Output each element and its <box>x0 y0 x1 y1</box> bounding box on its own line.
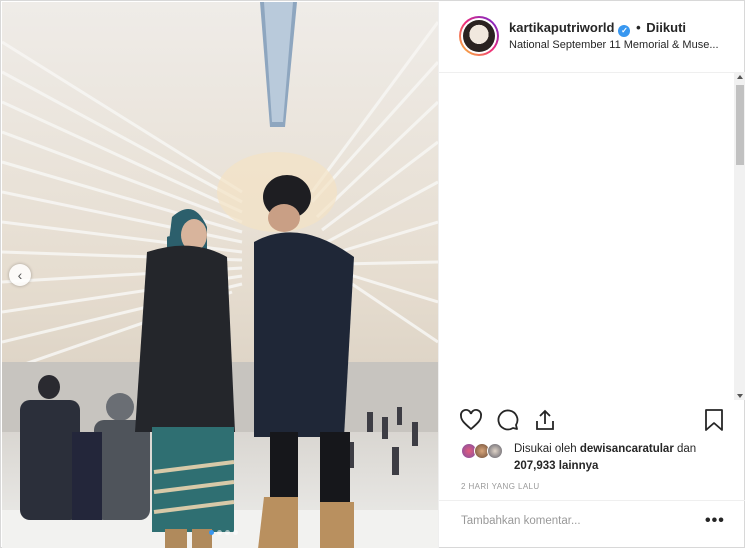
carousel-dot <box>225 530 230 535</box>
post-photo[interactable]: ‹ <box>2 2 438 548</box>
share-icon <box>536 409 554 430</box>
comments-area[interactable] <box>439 73 734 400</box>
separator: • <box>636 20 641 35</box>
follow-status-button[interactable]: Diikuti <box>646 20 686 35</box>
like-button[interactable] <box>459 408 485 434</box>
carousel-dot <box>233 530 238 535</box>
avatar[interactable] <box>459 16 499 56</box>
heart-icon <box>460 409 482 431</box>
post-modal: ‹ kartikaputriworld ✓ • Diikuti National … <box>0 0 745 548</box>
carousel-dot <box>217 530 222 535</box>
comments-scrollbar[interactable] <box>734 73 745 400</box>
carousel-dot <box>209 530 214 535</box>
likes-count-link[interactable]: 207,933 lainnya <box>514 460 598 472</box>
liker-username-link[interactable]: dewisancaratular <box>580 443 674 455</box>
avatar-image <box>463 20 495 52</box>
comment-form: ••• <box>439 500 745 549</box>
bookmark-icon <box>705 409 723 431</box>
comment-input[interactable] <box>459 514 693 528</box>
share-button[interactable] <box>533 408 559 434</box>
avatar-ring <box>461 18 497 54</box>
likes-text: Disukai oleh dewisancaratular dan 207,93… <box>514 441 734 475</box>
location-link[interactable]: National September 11 Memorial & Muse... <box>509 39 731 51</box>
likes-section: Disukai oleh dewisancaratular dan 207,93… <box>461 441 731 477</box>
comment-button[interactable] <box>496 408 522 434</box>
username-row: kartikaputriworld ✓ • Diikuti <box>509 20 686 37</box>
scroll-up-icon[interactable] <box>737 75 743 79</box>
scroll-down-icon[interactable] <box>737 394 743 398</box>
likes-connector: dan <box>673 443 697 455</box>
post-header: kartikaputriworld ✓ • Diikuti National Se… <box>439 2 745 73</box>
verified-icon: ✓ <box>618 25 631 37</box>
username-link[interactable]: kartikaputriworld <box>509 20 614 35</box>
liker-avatar[interactable] <box>487 443 503 459</box>
carousel-indicator <box>209 530 238 535</box>
more-options-button[interactable]: ••• <box>705 513 725 529</box>
chevron-left-icon: ‹ <box>17 267 23 283</box>
action-bar <box>459 408 726 434</box>
comment-icon <box>497 409 519 431</box>
likes-prefix: Disukai oleh <box>514 443 580 455</box>
carousel-prev-button[interactable]: ‹ <box>9 264 31 286</box>
save-button[interactable] <box>703 408 729 434</box>
photo-scene <box>2 2 438 548</box>
post-timestamp[interactable]: 2 HARI YANG LALU <box>461 482 540 491</box>
post-sidebar: kartikaputriworld ✓ • Diikuti National Se… <box>438 2 745 548</box>
scroll-thumb[interactable] <box>736 85 744 165</box>
